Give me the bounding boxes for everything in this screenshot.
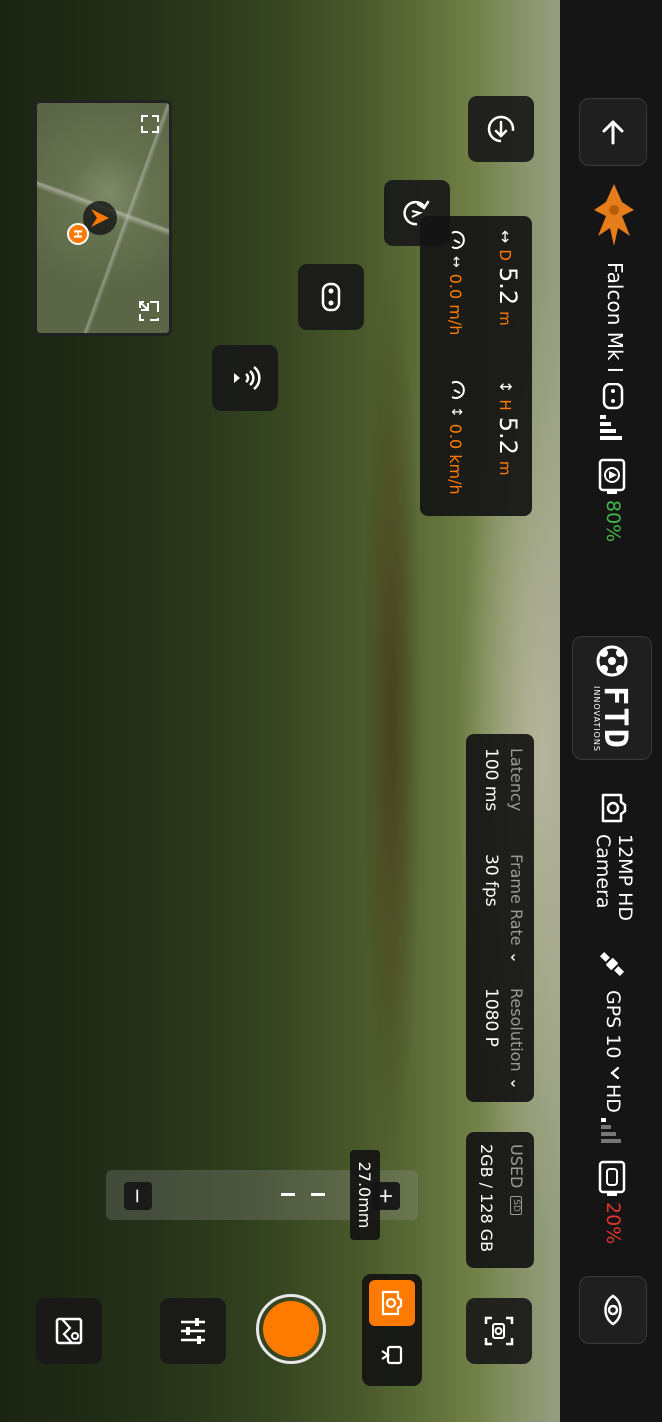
distance-unit: m: [496, 311, 514, 326]
gps-count: GPS 10: [602, 990, 624, 1059]
drone-battery-level: 80%: [602, 500, 624, 543]
resolution-value: 1080 P: [481, 988, 501, 1047]
back-button[interactable]: [579, 98, 647, 166]
sliders-icon: [181, 1318, 205, 1344]
drone-battery-icon: [596, 458, 628, 496]
resolution-label-row: Resolution ⌄: [507, 988, 526, 1090]
chevron-down-icon: [604, 1066, 624, 1080]
storage-panel: USED SD 2GB / 128 GB: [466, 1132, 534, 1268]
distance-readout: ↔ D 5.2 m: [494, 230, 522, 326]
gallery-icon: [55, 1317, 83, 1345]
gallery-button[interactable]: [36, 1298, 102, 1364]
drone-logo-icon: [596, 645, 628, 677]
camera-view: Falcon Mk I 80% FTD INNOVATIONS 12MP HD …: [0, 0, 662, 1422]
vertical-speed-readout: ↕ 0.0 km/h: [446, 380, 466, 495]
brand-name: FTD: [597, 686, 636, 750]
framerate-label: Frame Rate: [507, 854, 526, 946]
speedometer-icon: [451, 381, 465, 399]
minimap[interactable]: H: [34, 100, 172, 336]
video-signal-icon: [600, 1116, 626, 1146]
storage-label-row: USED SD: [507, 1144, 526, 1215]
distance-value: 5.2: [494, 266, 522, 306]
camera-resolution: 12MP HD: [614, 834, 636, 921]
brand-subtitle: INNOVATIONS: [592, 686, 602, 752]
stream-info-panel: Latency 100 ms Frame Rate ⌄ 30 fps Resol…: [466, 734, 534, 1102]
zoom-value-badge: 27.0mm: [350, 1150, 380, 1240]
zoom-out-button[interactable]: −: [124, 1182, 152, 1210]
sd-card-icon: SD: [510, 1196, 523, 1215]
camera-label: Camera: [592, 834, 614, 909]
remote-battery-icon: [596, 1160, 628, 1198]
storage-label: USED: [507, 1144, 526, 1189]
horizontal-distance-icon: ↔: [496, 230, 515, 244]
photo-camera-icon: [381, 1290, 403, 1316]
shutter-fill: [263, 1301, 319, 1357]
height-prefix: H: [496, 399, 514, 411]
signal-broadcast-button[interactable]: [212, 345, 278, 411]
framerate-value: 30 fps: [481, 854, 501, 907]
gamepad-icon: [321, 282, 341, 312]
resolution-label: Resolution: [507, 988, 526, 1072]
capture-settings-button[interactable]: [466, 1298, 532, 1364]
shutter-button[interactable]: [256, 1294, 326, 1364]
camera-icon: [600, 792, 628, 824]
map-fullscreen-icon[interactable]: [137, 299, 161, 323]
status-bar: Falcon Mk I 80% FTD INNOVATIONS 12MP HD …: [560, 0, 662, 1422]
vertical-distance-icon: ↕: [496, 380, 515, 394]
capture-mode-switch: [362, 1274, 422, 1386]
takeoff-icon: [487, 115, 515, 143]
controller-signal-icon: [598, 382, 626, 443]
speedometer-icon: [451, 231, 465, 249]
camera-adjust-button[interactable]: [160, 1298, 226, 1364]
height-readout: ↕ H 5.2 m: [494, 380, 522, 475]
falcon-logo-icon: [584, 180, 644, 250]
resolution-group[interactable]: Resolution ⌄ 1080 P: [481, 988, 526, 1090]
brand-badge: FTD INNOVATIONS: [572, 636, 652, 760]
takeoff-button[interactable]: [468, 96, 534, 162]
chevron-down-icon: ⌄: [507, 950, 526, 965]
zoom-tick: [311, 1193, 325, 1196]
controller-mode-button[interactable]: [298, 264, 364, 330]
arrow-left-icon: [602, 120, 624, 145]
satellite-icon: [596, 948, 628, 980]
drone-heading-icon: [91, 209, 109, 227]
hd-label: HD: [602, 1084, 624, 1113]
height-value: 5.2: [494, 416, 522, 455]
storage-value: 2GB / 128 GB: [477, 1144, 496, 1253]
horizontal-speed-value: 0.0 m/h: [446, 273, 466, 336]
focus-camera-icon: [484, 1316, 514, 1346]
height-unit: m: [496, 460, 514, 476]
video-mode-button[interactable]: [369, 1332, 415, 1378]
drone-name: Falcon Mk I: [603, 262, 627, 373]
telemetry-panel: ↔ D 5.2 m ↕ H 5.2 m ↔ 0.0 m/h ↕ 0.0 km/h: [420, 216, 532, 516]
broadcast-icon: [234, 366, 261, 390]
chevron-down-icon: ⌄: [507, 1076, 526, 1091]
latency-group: Latency 100 ms: [481, 748, 526, 811]
vertical-speed-value: 0.0 km/h: [446, 423, 466, 495]
remote-battery-level: 20%: [602, 1202, 624, 1245]
distance-prefix: D: [496, 249, 514, 261]
expand-map-icon[interactable]: [139, 113, 161, 135]
view-toggle-button[interactable]: [579, 1276, 647, 1344]
home-point-marker: H: [67, 223, 89, 245]
camera-info: 12MP HD Camera: [592, 834, 636, 921]
photo-mode-button[interactable]: [369, 1280, 415, 1326]
eye-icon: [604, 1294, 622, 1326]
horizontal-speed-readout: ↔ 0.0 m/h: [446, 230, 466, 335]
zoom-tick: [281, 1193, 295, 1196]
zoom-value: 27.0mm: [355, 1161, 375, 1229]
video-camera-icon: [381, 1345, 403, 1365]
framerate-group[interactable]: Frame Rate ⌄ 30 fps: [481, 854, 526, 964]
latency-value: 100 ms: [481, 748, 501, 812]
framerate-label-row: Frame Rate ⌄: [507, 854, 526, 964]
latency-label: Latency: [507, 748, 526, 812]
